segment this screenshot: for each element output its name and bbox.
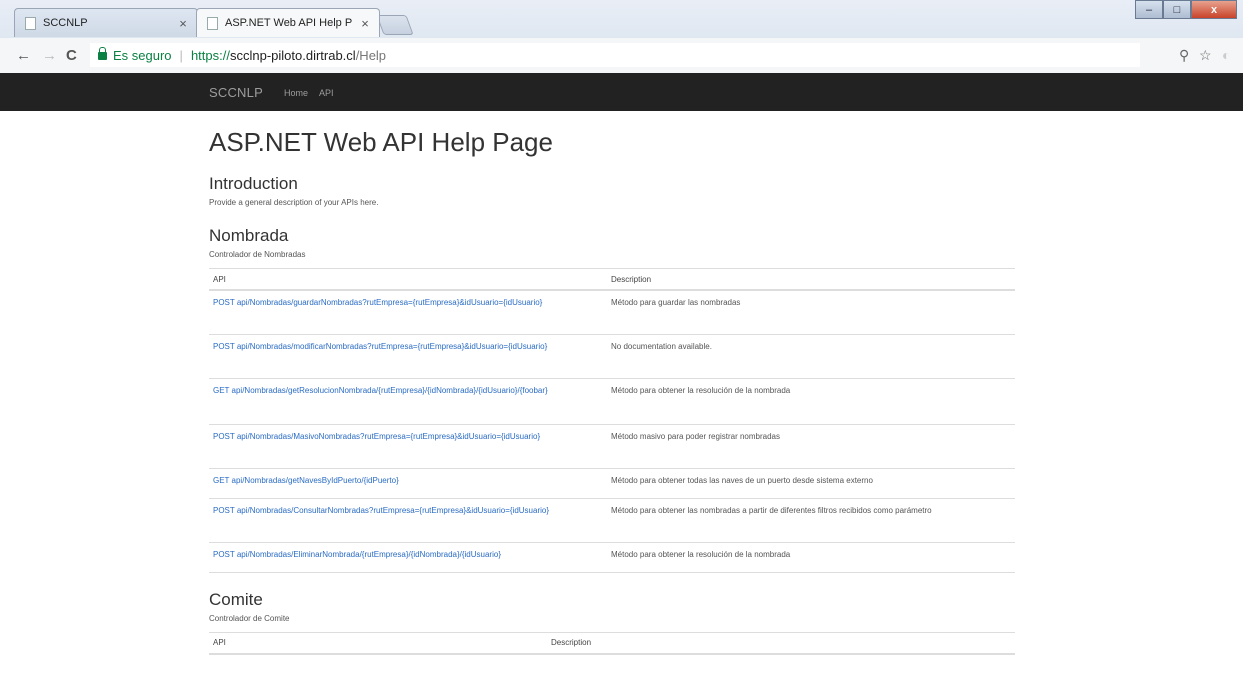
maximize-button[interactable]: □ <box>1163 0 1191 19</box>
tab-help-page[interactable]: ASP.NET Web API Help P × <box>196 8 380 37</box>
url-field[interactable]: Es seguro | https://scclnp-piloto.dirtra… <box>90 43 1140 67</box>
column-header-description: Description <box>547 631 1015 655</box>
section-heading-nombrada: Nombrada <box>209 226 289 245</box>
close-tab-icon[interactable]: × <box>357 16 373 31</box>
api-link[interactable]: POST api/Nombradas/MasivoNombradas?rutEm… <box>213 432 540 441</box>
api-description: Método para obtener la resolución de la … <box>607 542 1015 573</box>
table-row: GET api/Nombradas/getResolucionNombrada/… <box>209 378 1015 425</box>
intro-text: Provide a general description of your AP… <box>209 198 379 207</box>
minimize-button[interactable]: – <box>1135 0 1163 19</box>
page-title: ASP.NET Web API Help Page <box>209 127 553 157</box>
table-row: POST api/Nombradas/ConsultarNombradas?ru… <box>209 498 1015 543</box>
new-tab-button[interactable] <box>376 15 414 35</box>
tab-sccnlp[interactable]: SCCNLP × <box>14 8 198 37</box>
address-bar: ← → C Es seguro | https://scclnp-piloto.… <box>0 38 1243 74</box>
api-link[interactable]: POST api/Nombradas/modificarNombradas?ru… <box>213 342 547 351</box>
api-description: Método para obtener la resolución de la … <box>607 378 1015 425</box>
intro-heading: Introduction <box>209 174 298 193</box>
api-table-comite: API Description <box>209 631 1015 655</box>
window-controls: – □ x <box>1135 0 1237 19</box>
section-subtitle-comite: Controlador de Comite <box>209 613 290 623</box>
section-heading-comite: Comite <box>209 589 263 609</box>
url-host: scclnp-piloto.dirtrab.cl <box>229 47 356 63</box>
api-link[interactable]: POST api/Nombradas/guardarNombradas?rutE… <box>213 298 542 307</box>
table-row: POST api/Nombradas/guardarNombradas?rutE… <box>209 290 1015 335</box>
tab-title: SCCNLP <box>43 17 88 29</box>
main-content: ASP.NET Web API Help Page Introduction P… <box>209 125 1015 655</box>
api-description: Método para obtener las nombradas a part… <box>607 498 1015 543</box>
tab-title: ASP.NET Web API Help P <box>225 17 353 29</box>
api-link[interactable]: GET api/Nombradas/getNavesByIdPuerto/{id… <box>213 476 399 485</box>
back-arrow-icon[interactable]: ← <box>16 47 31 64</box>
table-row: POST api/Nombradas/MasivoNombradas?rutEm… <box>209 424 1015 469</box>
zoom-icon[interactable]: ⚲ <box>1179 47 1189 64</box>
url-path: /Help <box>355 47 387 63</box>
page-icon <box>207 16 218 30</box>
table-row: GET api/Nombradas/getNavesByIdPuerto/{id… <box>209 468 1015 499</box>
column-header-description: Description <box>607 268 1015 291</box>
api-description: Método para obtener todas las naves de u… <box>607 468 1015 499</box>
column-header-api: API <box>209 268 607 291</box>
reload-icon[interactable]: C <box>66 47 77 64</box>
close-window-button[interactable]: x <box>1191 0 1237 19</box>
site-navbar: SCCNLP Home API <box>0 73 1243 111</box>
extension-icon[interactable]: ◐ <box>1222 47 1230 63</box>
url-scheme: https:// <box>190 47 230 63</box>
api-link[interactable]: GET api/Nombradas/getResolucionNombrada/… <box>213 386 548 395</box>
api-description: Método masivo para poder registrar nombr… <box>607 424 1015 469</box>
api-link[interactable]: POST api/Nombradas/ConsultarNombradas?ru… <box>213 506 549 515</box>
section-subtitle-nombrada: Controlador de Nombradas <box>209 250 306 259</box>
column-header-api: API <box>209 631 547 655</box>
forward-arrow-icon[interactable]: → <box>42 47 57 64</box>
table-row: POST api/Nombradas/modificarNombradas?ru… <box>209 334 1015 379</box>
brand-link[interactable]: SCCNLP <box>209 85 263 100</box>
url-divider: | <box>179 47 183 63</box>
nav-api-link[interactable]: API <box>319 88 334 98</box>
api-link[interactable]: POST api/Nombradas/EliminarNombrada/{rut… <box>213 550 501 559</box>
api-description: Método para guardar las nombradas <box>607 290 1015 335</box>
nav-home-link[interactable]: Home <box>284 88 308 98</box>
api-table-nombrada: API Description POST api/Nombradas/guard… <box>209 268 1015 573</box>
security-label: Es seguro <box>113 47 172 63</box>
api-description: No documentation available. <box>607 334 1015 379</box>
lock-icon <box>98 47 107 60</box>
browser-tabstrip: SCCNLP × ASP.NET Web API Help P × – □ x <box>0 0 1243 38</box>
page-icon <box>25 16 36 30</box>
table-row: POST api/Nombradas/EliminarNombrada/{rut… <box>209 542 1015 573</box>
close-tab-icon[interactable]: × <box>175 16 191 31</box>
bookmark-star-icon[interactable]: ☆ <box>1199 47 1212 64</box>
